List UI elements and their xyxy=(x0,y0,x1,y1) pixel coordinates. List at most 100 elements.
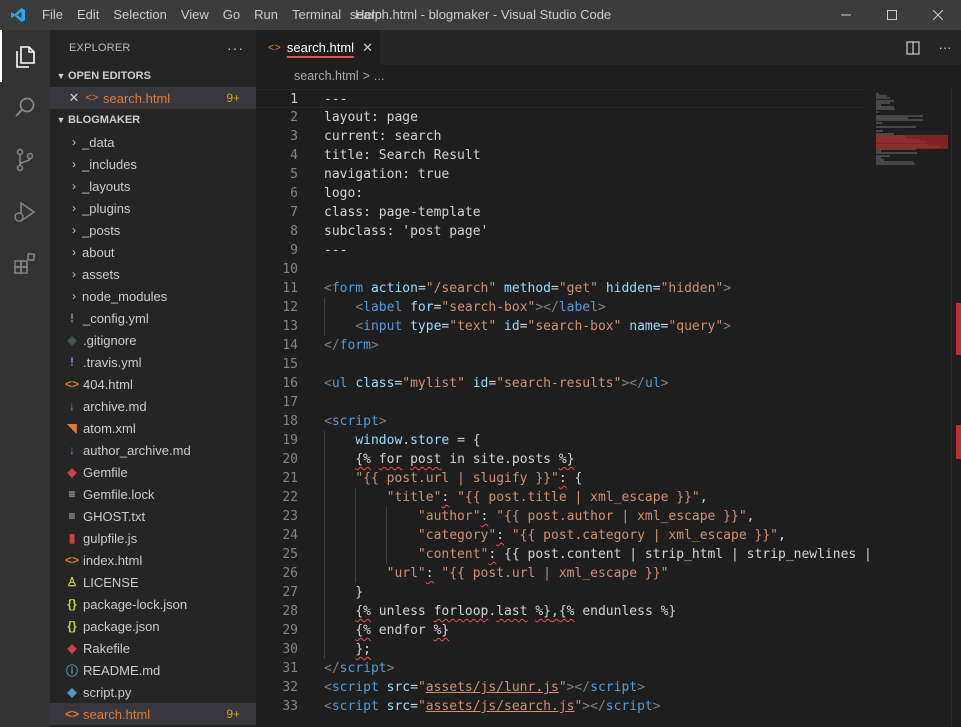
problems-badge: 9+ xyxy=(226,707,240,721)
error-marker xyxy=(956,425,961,459)
file-item[interactable]: ! _config.yml xyxy=(50,307,256,329)
chevron-right-icon: › xyxy=(72,245,76,259)
code-line: 18 <script> xyxy=(256,412,866,431)
tab-search-html[interactable]: <> search.html ✕ xyxy=(256,30,380,65)
editor-group: <> search.html ✕ ··· search.html > ... 1… xyxy=(256,30,961,727)
open-editors-header[interactable]: ▼ OPEN EDITORS xyxy=(50,65,256,87)
source-control-activity-button[interactable] xyxy=(0,134,50,186)
file-type-icon: ◆ xyxy=(67,685,77,699)
file-item[interactable]: ▮ gulpfile.js xyxy=(50,527,256,549)
explorer-activity-button[interactable] xyxy=(0,30,50,82)
file-item[interactable]: ↓ author_archive.md xyxy=(50,439,256,461)
code-line: 23 "author": "{{ post.author | xml_escap… xyxy=(256,507,866,526)
folder-item[interactable]: › assets xyxy=(50,263,256,285)
line-number: 28 xyxy=(282,604,298,619)
file-item[interactable]: ◥ atom.xml xyxy=(50,417,256,439)
line-number: 20 xyxy=(282,452,298,467)
file-name: index.html xyxy=(83,552,143,568)
code-editor[interactable]: 1 --- 2 layout: page 3 current: search 4 title:… xyxy=(256,87,961,727)
code-text: <script> xyxy=(324,414,387,429)
line-number: 12 xyxy=(282,300,298,315)
folder-item[interactable]: › _plugins xyxy=(50,197,256,219)
folder-name: _includes xyxy=(82,156,137,172)
folder-item[interactable]: › _posts xyxy=(50,219,256,241)
menu-edit[interactable]: Edit xyxy=(70,0,106,30)
file-item[interactable]: ↓ archive.md xyxy=(50,395,256,417)
menu-file[interactable]: File xyxy=(35,0,70,30)
project-header[interactable]: ▼ BLOGMAKER xyxy=(50,109,256,131)
file-item[interactable]: ≡ GHOST.txt xyxy=(50,505,256,527)
vertical-scrollbar[interactable] xyxy=(951,87,961,727)
file-type-icon: ⓘ xyxy=(65,663,78,678)
close-window-button[interactable] xyxy=(915,0,961,30)
line-number: 8 xyxy=(290,224,298,239)
file-type-icon: {} xyxy=(67,619,77,633)
minimap-line xyxy=(876,121,883,124)
file-item[interactable]: ◆ Gemfile xyxy=(50,461,256,483)
code-line: 30 }; xyxy=(256,640,866,659)
code-text: current: search xyxy=(324,129,442,144)
code-text: layout: page xyxy=(324,110,418,125)
file-item[interactable]: ◆ Rakefile xyxy=(50,637,256,659)
maximize-button[interactable] xyxy=(869,0,915,30)
more-actions-button[interactable]: ··· xyxy=(929,40,961,55)
file-item[interactable]: {} package-lock.json xyxy=(50,593,256,615)
activity-bar xyxy=(0,30,50,727)
folder-item[interactable]: › _includes xyxy=(50,153,256,175)
file-item[interactable]: <> search.html 9+ xyxy=(50,703,256,725)
code-line: 16 <ul class="mylist" id="search-results"… xyxy=(256,374,866,393)
folder-item[interactable]: › _layouts xyxy=(50,175,256,197)
file-item[interactable]: ! .travis.yml xyxy=(50,351,256,373)
code-line: 26 "url": "{{ post.url | xml_escape }}" xyxy=(256,564,866,583)
folder-item[interactable]: › _data xyxy=(50,131,256,153)
breadcrumb-item[interactable]: ... xyxy=(374,69,384,83)
code-line: 17 xyxy=(256,393,866,412)
folder-item[interactable]: › node_modules xyxy=(50,285,256,307)
code-text: </form> xyxy=(324,338,379,353)
more-actions-button[interactable]: ··· xyxy=(227,40,244,56)
extensions-activity-button[interactable] xyxy=(0,238,50,290)
file-item[interactable]: <> 404.html xyxy=(50,373,256,395)
breadcrumb-item[interactable]: search.html xyxy=(294,69,359,83)
open-editors-label: OPEN EDITORS xyxy=(68,70,151,82)
file-name: README.md xyxy=(83,662,161,678)
line-number: 14 xyxy=(282,338,298,353)
code-text: --- xyxy=(324,243,348,258)
split-editor-button[interactable] xyxy=(897,40,929,55)
file-item[interactable]: ⓘ README.md xyxy=(50,659,256,681)
menu-run[interactable]: Run xyxy=(247,0,285,30)
folder-name: node_modules xyxy=(82,288,168,304)
menu-selection[interactable]: Selection xyxy=(106,0,173,30)
file-item[interactable]: ◆ script.py xyxy=(50,681,256,703)
source-control-icon xyxy=(16,148,34,172)
menu-terminal[interactable]: Terminal xyxy=(285,0,348,30)
search-activity-button[interactable] xyxy=(0,82,50,134)
minimap[interactable] xyxy=(870,87,950,187)
code-line: 20 {% for post in site.posts %} xyxy=(256,450,866,469)
run-debug-activity-button[interactable] xyxy=(0,186,50,238)
code-text: </script> xyxy=(324,661,395,676)
menu-help[interactable]: Help xyxy=(348,0,389,30)
code-line: 24 "category": "{{ post.category | xml_e… xyxy=(256,526,866,545)
window-controls xyxy=(823,0,961,30)
close-icon[interactable]: ✕ xyxy=(66,90,82,106)
open-editor-item[interactable]: ✕ <> search.html 9+ xyxy=(50,87,256,109)
close-icon[interactable]: ✕ xyxy=(362,40,373,56)
file-item[interactable]: ◆ .gitignore xyxy=(50,329,256,351)
line-number: 23 xyxy=(282,509,298,524)
minimap-line xyxy=(876,119,923,122)
file-item[interactable]: ♙ LICENSE xyxy=(50,571,256,593)
minimize-button[interactable] xyxy=(823,0,869,30)
line-number: 17 xyxy=(282,395,298,410)
file-item[interactable]: {} package.json xyxy=(50,615,256,637)
menu-go[interactable]: Go xyxy=(216,0,247,30)
file-type-icon: ≡ xyxy=(68,509,76,523)
file-item[interactable]: <> index.html xyxy=(50,549,256,571)
file-item[interactable]: ≡ Gemfile.lock xyxy=(50,483,256,505)
menu-view[interactable]: View xyxy=(174,0,216,30)
folder-item[interactable]: › about xyxy=(50,241,256,263)
tab-bar: <> search.html ✕ ··· xyxy=(256,30,961,65)
folder-name: assets xyxy=(82,266,120,282)
file-name: package-lock.json xyxy=(83,596,188,612)
line-number: 10 xyxy=(282,262,298,277)
